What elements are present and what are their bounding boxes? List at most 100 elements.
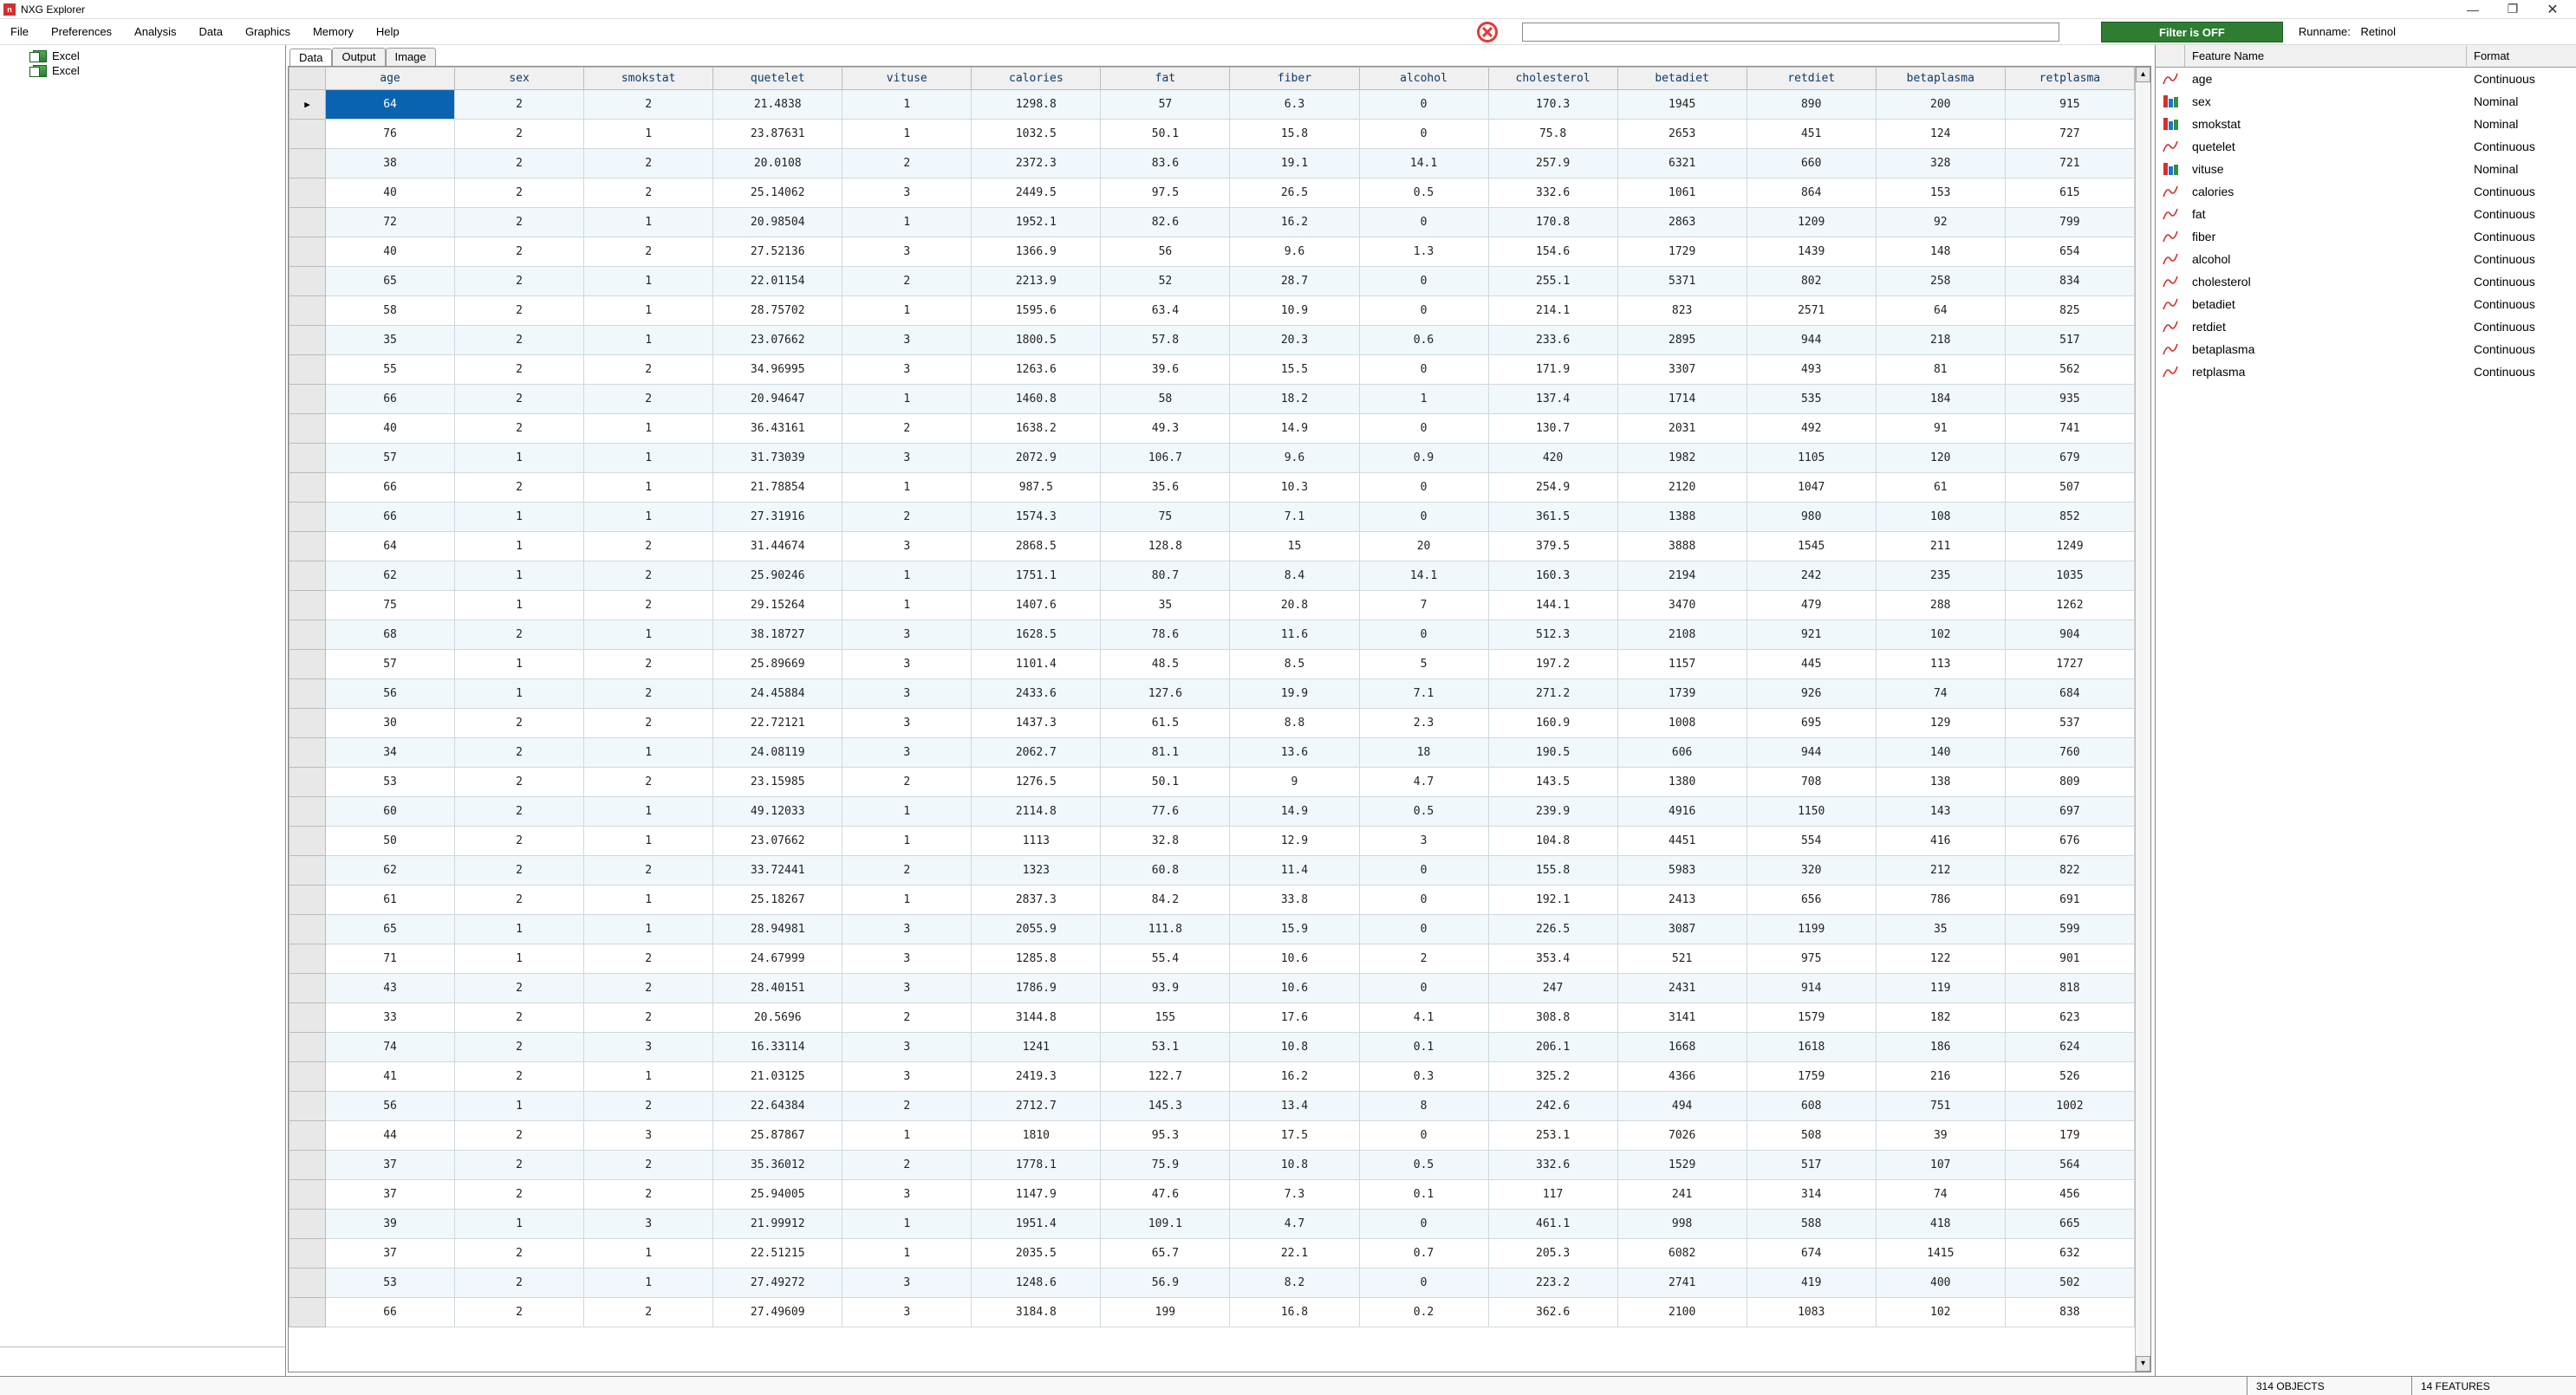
table-row[interactable]: 621225.9024611751.180.78.414.1160.321942… — [289, 561, 2135, 591]
cell[interactable]: 0.1 — [1359, 1180, 1488, 1210]
cell[interactable]: 75.8 — [1488, 120, 1617, 149]
cell[interactable]: 0.5 — [1359, 1151, 1488, 1180]
table-row[interactable]: 302222.7212131437.361.58.82.3160.9100869… — [289, 709, 2135, 738]
cell[interactable]: 1061 — [1617, 178, 1747, 208]
cell[interactable]: 400 — [1876, 1268, 2005, 1298]
menu-memory[interactable]: Memory — [309, 23, 357, 40]
cell[interactable]: 171.9 — [1488, 355, 1617, 385]
col-sex[interactable]: sex — [455, 68, 584, 90]
cell[interactable]: 28.7 — [1230, 267, 1359, 296]
cell[interactable]: 4451 — [1617, 827, 1747, 856]
cell[interactable]: 1209 — [1747, 208, 1876, 237]
cell[interactable]: 5371 — [1617, 267, 1747, 296]
cell[interactable]: 81.1 — [1101, 738, 1230, 768]
cell[interactable]: 517 — [2005, 326, 2134, 355]
cell[interactable]: 145.3 — [1101, 1092, 1230, 1121]
table-row[interactable]: 402227.5213631366.9569.61.3154.617291439… — [289, 237, 2135, 267]
cell[interactable]: 697 — [2005, 797, 2134, 827]
cell[interactable]: 37 — [326, 1151, 455, 1180]
col-vituse[interactable]: vituse — [842, 68, 972, 90]
cell[interactable]: 7.1 — [1359, 679, 1488, 709]
scroll-down-icon[interactable]: ▾ — [2136, 1356, 2150, 1372]
cell[interactable]: 2449.5 — [972, 178, 1101, 208]
cell[interactable]: 588 — [1747, 1210, 1876, 1239]
cell[interactable]: 2 — [584, 178, 713, 208]
cell[interactable]: 160.3 — [1488, 561, 1617, 591]
cell[interactable]: 127.6 — [1101, 679, 1230, 709]
cell[interactable]: 2 — [455, 768, 584, 797]
table-row[interactable]: 442325.878671181095.317.50253.1702650839… — [289, 1121, 2135, 1151]
cell[interactable]: 55.4 — [1101, 944, 1230, 974]
cell[interactable]: 3 — [584, 1210, 713, 1239]
cell[interactable]: 1 — [584, 738, 713, 768]
cell[interactable]: 0.7 — [1359, 1239, 1488, 1268]
table-row[interactable]: 652122.0115422213.95228.70255.1537180225… — [289, 267, 2135, 296]
cell[interactable]: 2 — [455, 120, 584, 149]
cell[interactable]: 2 — [842, 149, 972, 178]
cell[interactable]: 535 — [1747, 385, 1876, 414]
cell[interactable]: 1249 — [2005, 532, 2134, 561]
cell[interactable]: 1 — [842, 120, 972, 149]
cell[interactable]: 1579 — [1747, 1003, 1876, 1033]
cell[interactable]: 223.2 — [1488, 1268, 1617, 1298]
cell[interactable]: 2213.9 — [972, 267, 1101, 296]
cell[interactable]: 314 — [1747, 1180, 1876, 1210]
cell[interactable]: 2108 — [1617, 620, 1747, 650]
cell[interactable]: 128.8 — [1101, 532, 1230, 561]
cell[interactable]: 1113 — [972, 827, 1101, 856]
cell[interactable]: 904 — [2005, 620, 2134, 650]
cell[interactable]: 1 — [584, 503, 713, 532]
cell[interactable]: 2 — [455, 1180, 584, 1210]
cell[interactable]: 825 — [2005, 296, 2134, 326]
cell[interactable]: 1 — [842, 473, 972, 503]
cell[interactable]: 461.1 — [1488, 1210, 1617, 1239]
cell[interactable]: 1 — [842, 1239, 972, 1268]
cell[interactable]: 1618 — [1747, 1033, 1876, 1062]
cell[interactable]: 3 — [842, 974, 972, 1003]
cell[interactable]: 2 — [455, 797, 584, 827]
feature-row-smokstat[interactable]: smokstatNominal — [2156, 113, 2576, 135]
cell[interactable]: 1241 — [972, 1033, 1101, 1062]
cell[interactable]: 721 — [2005, 149, 2134, 178]
cell[interactable]: 63.4 — [1101, 296, 1230, 326]
feature-col-name[interactable]: Feature Name — [2185, 46, 2467, 66]
cell[interactable]: 708 — [1747, 768, 1876, 797]
cell[interactable]: 12.9 — [1230, 827, 1359, 856]
cell[interactable]: 25.94005 — [713, 1180, 842, 1210]
cell[interactable]: 1415 — [1876, 1239, 2005, 1268]
cell[interactable]: 190.5 — [1488, 738, 1617, 768]
cell[interactable]: 2 — [455, 178, 584, 208]
cell[interactable]: 23.87631 — [713, 120, 842, 149]
cell[interactable]: 65 — [326, 267, 455, 296]
cell[interactable]: 1248.6 — [972, 1268, 1101, 1298]
tab-output[interactable]: Output — [332, 48, 385, 66]
cell[interactable]: 445 — [1747, 650, 1876, 679]
cell[interactable]: 2 — [584, 650, 713, 679]
cell[interactable]: 29.15264 — [713, 591, 842, 620]
cell[interactable]: 0 — [1359, 473, 1488, 503]
cell[interactable]: 676 — [2005, 827, 2134, 856]
feature-row-retplasma[interactable]: retplasmaContinuous — [2156, 360, 2576, 383]
cell[interactable]: 254.9 — [1488, 473, 1617, 503]
cell[interactable]: 66 — [326, 473, 455, 503]
cell[interactable]: 727 — [2005, 120, 2134, 149]
cell[interactable]: 44 — [326, 1121, 455, 1151]
cell[interactable]: 0 — [1359, 1268, 1488, 1298]
cell[interactable]: 1668 — [1617, 1033, 1747, 1062]
cell[interactable]: 822 — [2005, 856, 2134, 886]
table-row[interactable]: 342124.0811932062.781.113.618190.5606944… — [289, 738, 2135, 768]
cell[interactable]: 493 — [1747, 355, 1876, 385]
col-age[interactable]: age — [326, 68, 455, 90]
cell[interactable]: 2 — [455, 856, 584, 886]
cell[interactable]: 987.5 — [972, 473, 1101, 503]
cell[interactable]: 3 — [842, 944, 972, 974]
cell[interactable]: 28.40151 — [713, 974, 842, 1003]
cell[interactable]: 684 — [2005, 679, 2134, 709]
cell[interactable]: 1366.9 — [972, 237, 1101, 267]
cell[interactable]: 1 — [584, 267, 713, 296]
cell[interactable]: 107 — [1876, 1151, 2005, 1180]
cell[interactable]: 91 — [1876, 414, 2005, 444]
cell[interactable]: 80.7 — [1101, 561, 1230, 591]
cell[interactable]: 32.8 — [1101, 827, 1230, 856]
cell[interactable]: 122.7 — [1101, 1062, 1230, 1092]
